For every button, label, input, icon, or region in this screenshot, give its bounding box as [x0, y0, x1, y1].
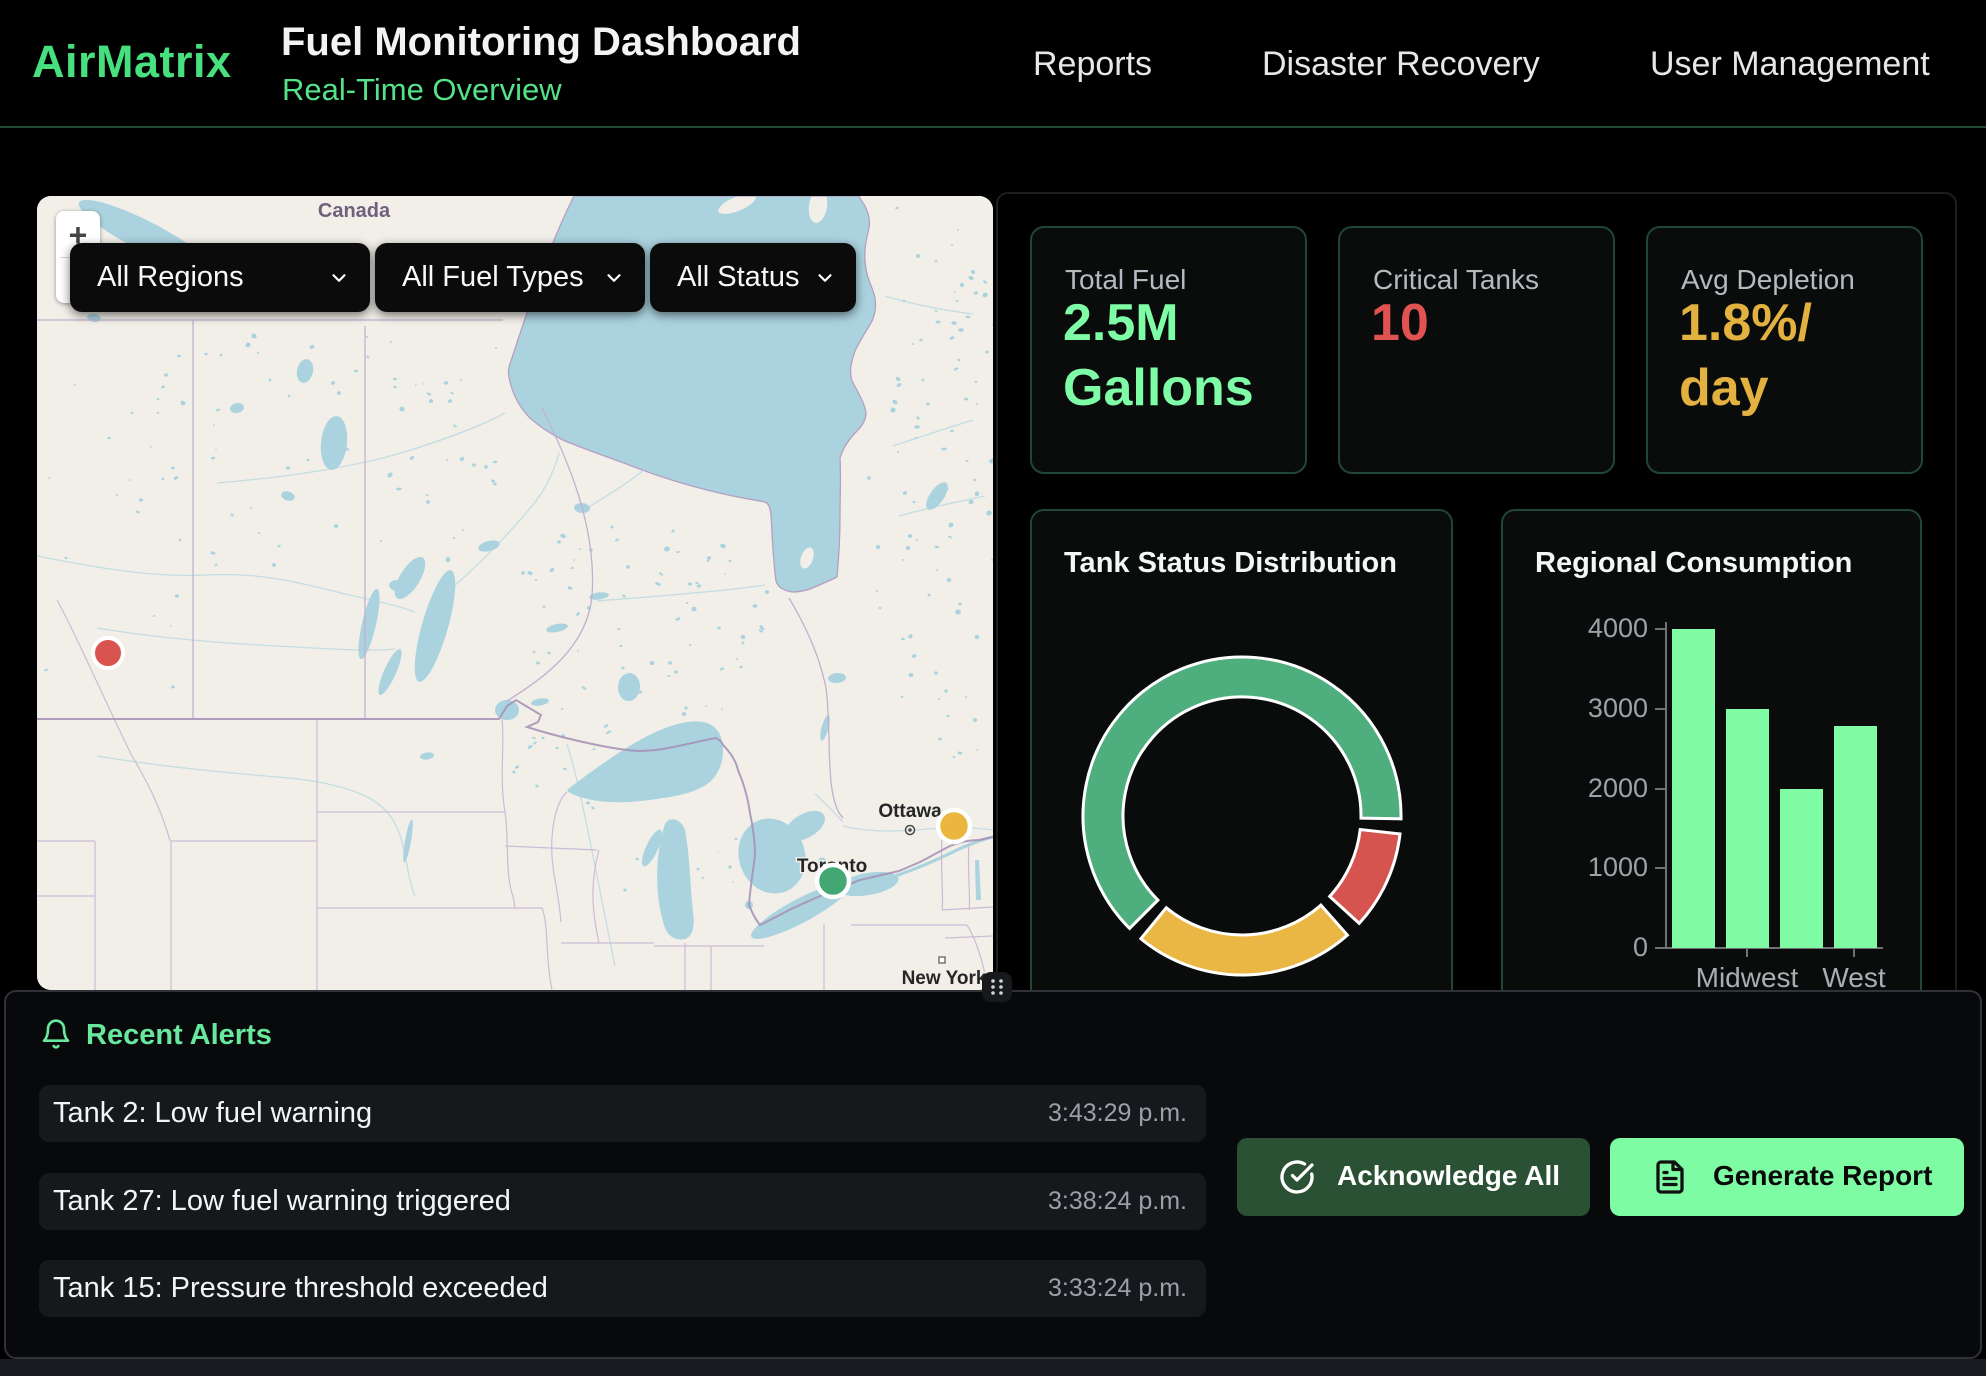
- svg-text:Canada: Canada: [318, 200, 391, 222]
- svg-text:4000: 4000: [1588, 613, 1648, 643]
- svg-text:Midwest: Midwest: [1696, 962, 1799, 993]
- svg-text:New York: New York: [902, 968, 987, 989]
- svg-text:2000: 2000: [1588, 773, 1648, 803]
- svg-text:3000: 3000: [1588, 693, 1648, 723]
- svg-text:1000: 1000: [1588, 852, 1648, 882]
- svg-text:Ottawa: Ottawa: [878, 801, 942, 822]
- svg-text:0: 0: [1633, 932, 1648, 962]
- svg-text:West: West: [1822, 962, 1885, 993]
